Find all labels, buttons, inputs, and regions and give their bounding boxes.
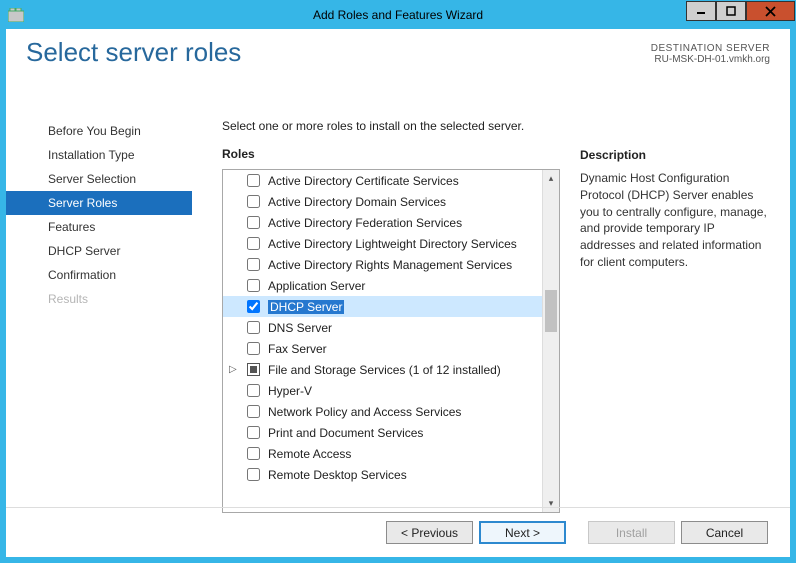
role-label: Fax Server [268,342,327,356]
role-checkbox[interactable] [247,216,260,229]
close-button[interactable] [746,1,795,21]
scroll-up-button[interactable]: ▴ [543,170,559,187]
role-label: Active Directory Lightweight Directory S… [268,237,517,251]
window-title: Add Roles and Features Wizard [1,8,795,22]
wizard-nav: Before You BeginInstallation TypeServer … [6,117,192,507]
role-checkbox[interactable] [247,300,260,313]
role-label: Application Server [268,279,365,293]
nav-item-confirmation[interactable]: Confirmation [6,263,192,287]
role-item[interactable]: Fax Server [223,338,542,359]
install-button[interactable]: Install [588,521,675,544]
role-checkbox[interactable] [247,468,260,481]
wizard-window: Add Roles and Features Wizard Select ser… [0,0,796,563]
role-item[interactable]: Hyper-V [223,380,542,401]
app-icon [8,8,24,22]
role-checkbox[interactable] [247,174,260,187]
roles-list-inner: Active Directory Certificate Services Act… [223,170,542,512]
role-label: Active Directory Rights Management Servi… [268,258,512,272]
nav-item-dhcp-server[interactable]: DHCP Server [6,239,192,263]
destination-label: DESTINATION SERVER [651,43,770,54]
role-label: Remote Desktop Services [268,468,407,482]
role-item[interactable]: DHCP Server [223,296,542,317]
nav-item-server-roles[interactable]: Server Roles [6,191,192,215]
nav-item-results: Results [6,287,192,311]
role-checkbox[interactable] [247,405,260,418]
role-label: DNS Server [268,321,332,335]
previous-button[interactable]: < Previous [386,521,473,544]
roles-label: Roles [222,147,560,161]
description-label: Description [580,148,772,162]
role-label: Active Directory Domain Services [268,195,446,209]
role-checkbox[interactable] [247,447,260,460]
next-button[interactable]: Next > [479,521,566,544]
role-label: Hyper-V [268,384,312,398]
role-checkbox[interactable] [247,195,260,208]
minimize-button[interactable] [686,1,716,21]
nav-item-server-selection[interactable]: Server Selection [6,167,192,191]
role-label: DHCP Server [268,300,344,314]
role-item[interactable]: Print and Document Services [223,422,542,443]
scroll-thumb[interactable] [545,290,557,332]
destination-server: RU-MSK-DH-01.vmkh.org [651,54,770,65]
role-item[interactable]: Remote Access [223,443,542,464]
role-label: Active Directory Certificate Services [268,174,459,188]
role-item[interactable]: Active Directory Certificate Services [223,170,542,191]
destination-info: DESTINATION SERVER RU-MSK-DH-01.vmkh.org [651,43,770,65]
role-label: Remote Access [268,447,351,461]
role-checkbox[interactable] [247,384,260,397]
role-label: Network Policy and Access Services [268,405,461,419]
role-checkbox[interactable] [247,237,260,250]
cancel-button[interactable]: Cancel [681,521,768,544]
role-checkbox[interactable] [247,279,260,292]
wizard-footer: < Previous Next > Install Cancel [6,507,790,557]
role-checkbox[interactable] [247,342,260,355]
nav-item-before-you-begin[interactable]: Before You Begin [6,119,192,143]
role-label: Active Directory Federation Services [268,216,462,230]
role-item[interactable]: ▷ File and Storage Services (1 of 12 inst… [223,359,542,380]
role-label: Print and Document Services [268,426,423,440]
wizard-body: Before You BeginInstallation TypeServer … [6,117,790,507]
role-item[interactable]: Active Directory Domain Services [223,191,542,212]
instruction-text: Select one or more roles to install on t… [222,119,560,133]
client-area: Select server roles DESTINATION SERVER R… [6,29,790,557]
expander-icon[interactable]: ▷ [229,364,237,375]
content-area: Select one or more roles to install on t… [192,117,790,507]
role-checkbox[interactable] [247,426,260,439]
titlebar[interactable]: Add Roles and Features Wizard [1,1,795,29]
role-item[interactable]: Application Server [223,275,542,296]
role-item[interactable]: Active Directory Federation Services [223,212,542,233]
maximize-button[interactable] [716,1,746,21]
role-checkbox-mixed[interactable] [247,363,260,376]
scrollbar[interactable]: ▴ ▾ [542,170,559,512]
roles-column: Select one or more roles to install on t… [222,119,560,507]
role-item[interactable]: Network Policy and Access Services [223,401,542,422]
description-column: Description Dynamic Host Configuration P… [580,119,772,507]
description-text: Dynamic Host Configuration Protocol (DHC… [580,170,772,271]
role-item[interactable]: Active Directory Lightweight Directory S… [223,233,542,254]
role-item[interactable]: DNS Server [223,317,542,338]
wizard-header: Select server roles DESTINATION SERVER R… [6,29,790,101]
role-item[interactable]: Active Directory Rights Management Servi… [223,254,542,275]
role-item[interactable]: Remote Desktop Services [223,464,542,485]
roles-listbox[interactable]: Active Directory Certificate Services Act… [222,169,560,513]
nav-item-installation-type[interactable]: Installation Type [6,143,192,167]
role-label: File and Storage Services (1 of 12 insta… [268,363,501,377]
nav-item-features[interactable]: Features [6,215,192,239]
role-checkbox[interactable] [247,321,260,334]
role-checkbox[interactable] [247,258,260,271]
window-controls [686,1,795,21]
